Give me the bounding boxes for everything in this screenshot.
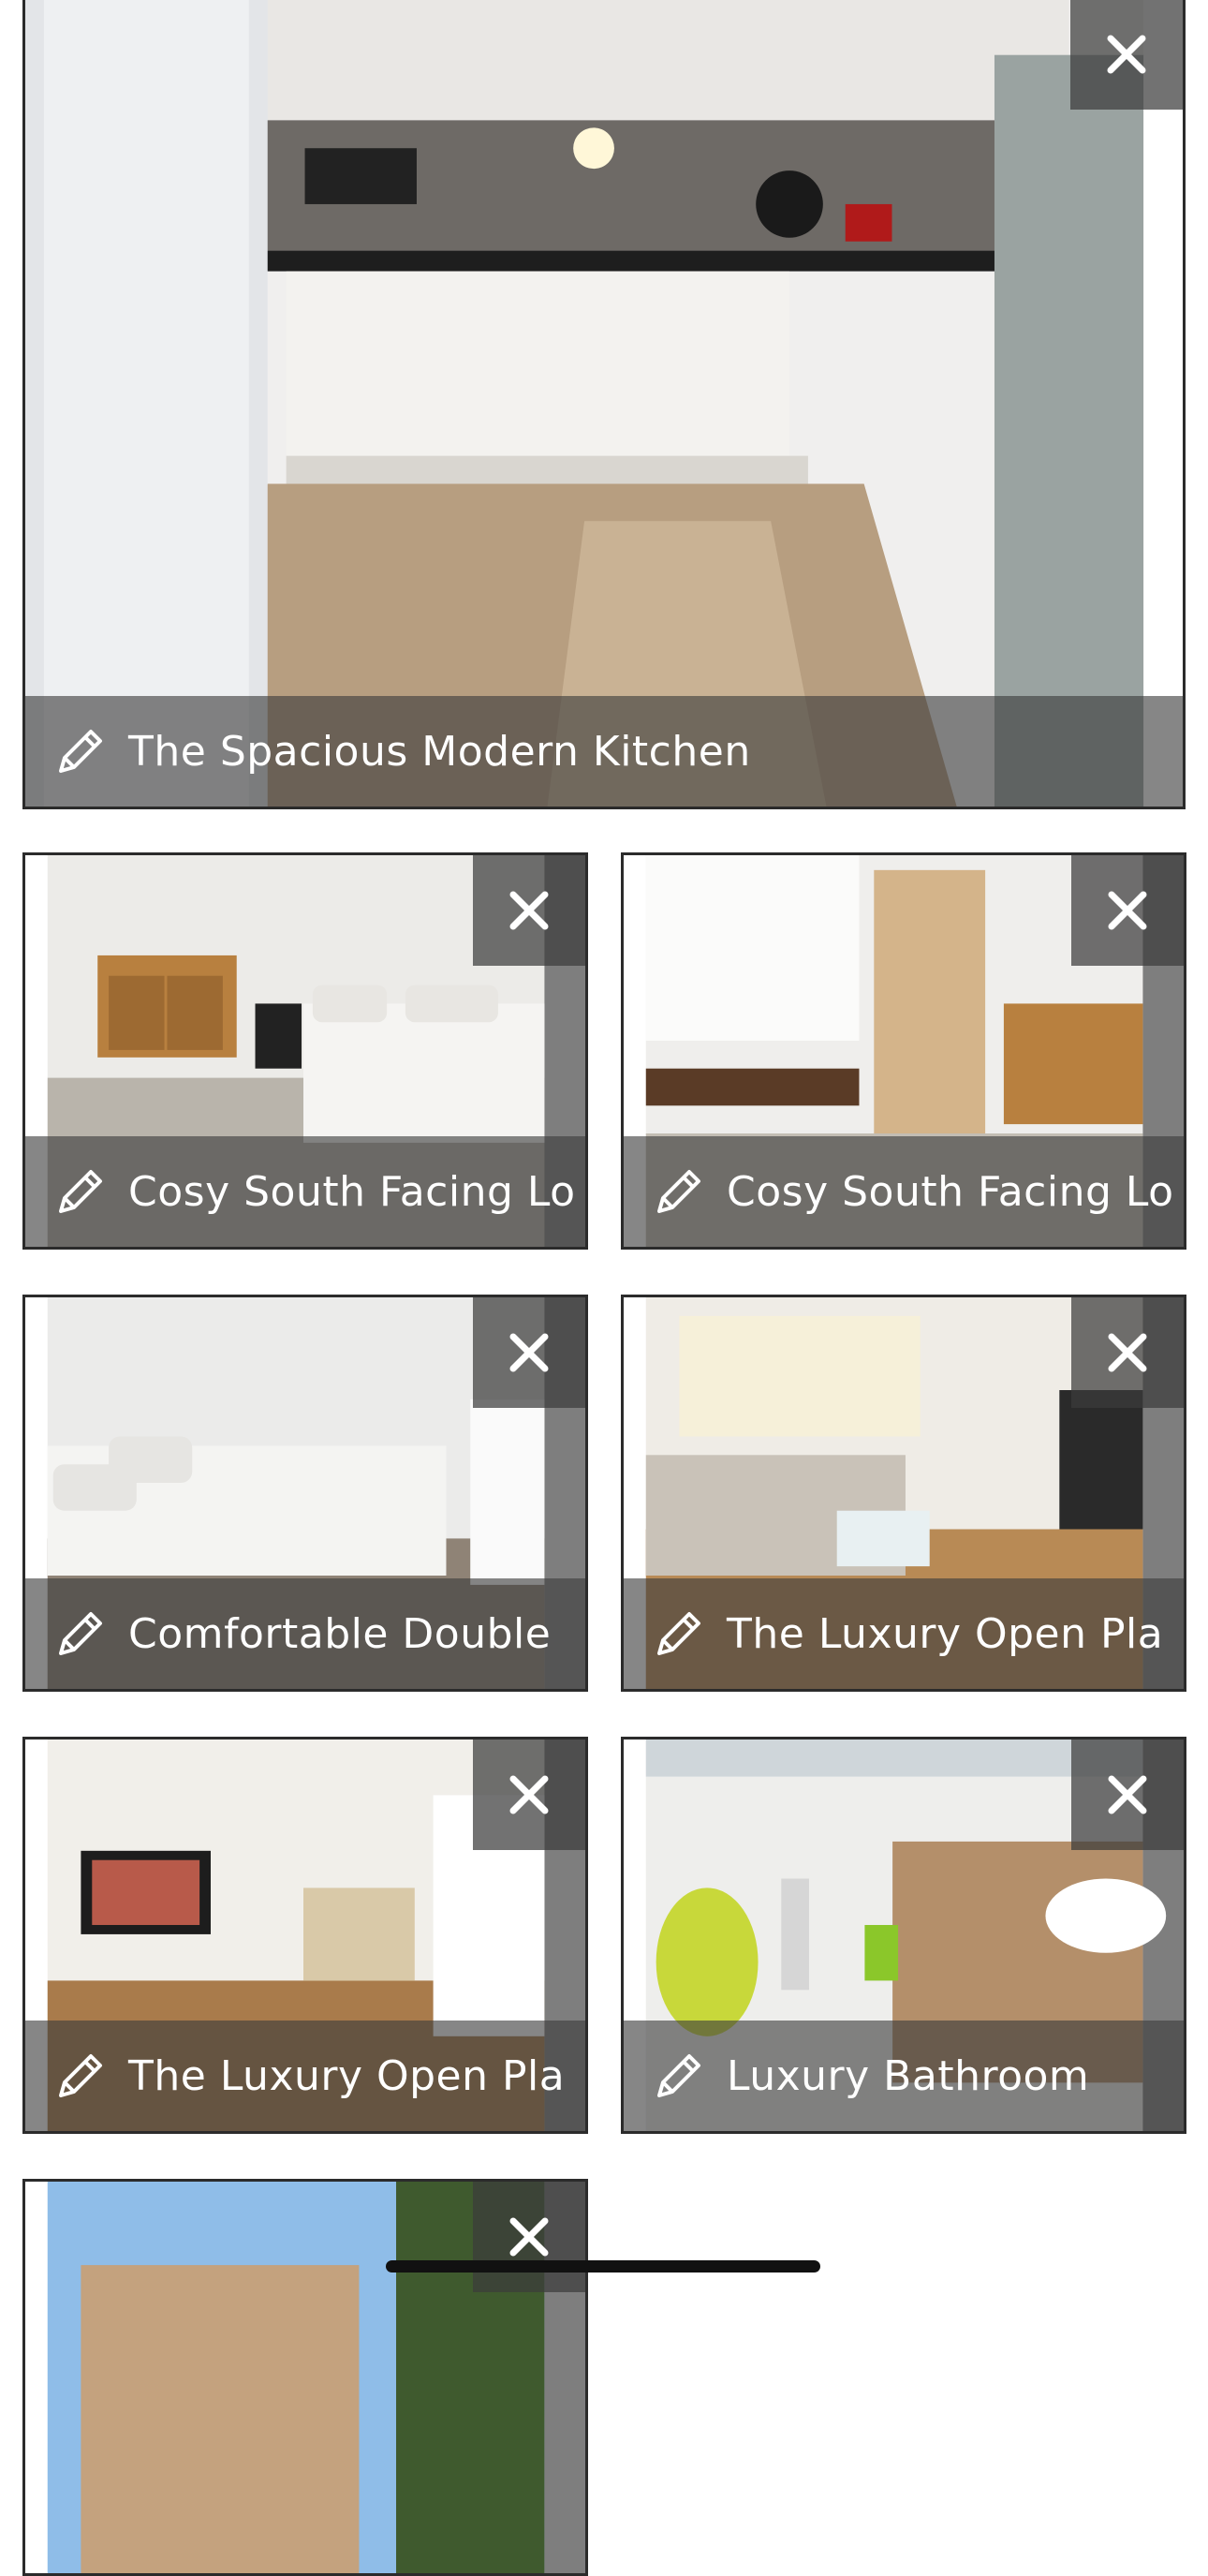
- close-icon: [1108, 891, 1147, 930]
- pencil-icon[interactable]: [53, 1164, 108, 1219]
- pencil-icon[interactable]: [53, 724, 108, 778]
- photo-tile-double-bedroom[interactable]: Comfortable Double: [22, 1295, 588, 1692]
- pencil-icon[interactable]: [652, 1606, 706, 1661]
- photo-tile-kitchen[interactable]: The Spacious Modern Kitchen: [22, 0, 1186, 809]
- remove-photo-button[interactable]: [1071, 1740, 1184, 1850]
- pencil-icon[interactable]: [652, 2049, 706, 2103]
- close-icon: [1108, 1775, 1147, 1814]
- pencil-icon[interactable]: [652, 1164, 706, 1219]
- remove-photo-button[interactable]: [473, 1740, 585, 1850]
- photo-tile-exterior[interactable]: [22, 2179, 588, 2576]
- photo-caption-bar[interactable]: Comfortable Double: [25, 1578, 585, 1689]
- pencil-icon[interactable]: [53, 2049, 108, 2103]
- photo-caption: The Spacious Modern Kitchen: [128, 727, 751, 776]
- photo-caption-bar[interactable]: The Luxury Open Pla: [25, 2021, 585, 2131]
- close-icon: [1108, 1333, 1147, 1372]
- photo-caption: Luxury Bathroom: [727, 2051, 1090, 2100]
- kitchen-photo: [25, 0, 1183, 807]
- remove-photo-button[interactable]: [1070, 0, 1183, 110]
- home-indicator[interactable]: [386, 2260, 820, 2273]
- remove-photo-button[interactable]: [473, 855, 585, 966]
- photo-tile-bathroom[interactable]: Luxury Bathroom: [621, 1737, 1186, 2134]
- photo-tile-bedroom-desk[interactable]: Cosy South Facing Lo: [621, 852, 1186, 1250]
- close-icon: [509, 1333, 549, 1372]
- remove-photo-button[interactable]: [1071, 855, 1184, 966]
- photo-caption: Comfortable Double: [128, 1609, 552, 1658]
- photo-tile-living-room[interactable]: The Luxury Open Pla: [621, 1295, 1186, 1692]
- photo-tile-bedroom[interactable]: Cosy South Facing Lo: [22, 852, 588, 1250]
- remove-photo-button[interactable]: [473, 2182, 585, 2292]
- photo-caption-bar[interactable]: Cosy South Facing Lo: [624, 1136, 1184, 1247]
- photo-caption: Cosy South Facing Lo: [727, 1167, 1174, 1216]
- pencil-icon[interactable]: [53, 1606, 108, 1661]
- photo-caption-bar[interactable]: The Luxury Open Pla: [624, 1578, 1184, 1689]
- photo-caption-bar[interactable]: Cosy South Facing Lo: [25, 1136, 585, 1247]
- remove-photo-button[interactable]: [1071, 1297, 1184, 1408]
- photo-caption: The Luxury Open Pla: [128, 2051, 566, 2100]
- close-icon: [509, 2217, 549, 2257]
- photo-caption: The Luxury Open Pla: [727, 1609, 1164, 1658]
- photo-tile-open-plan[interactable]: The Luxury Open Pla: [22, 1737, 588, 2134]
- close-icon: [509, 1775, 549, 1814]
- remove-photo-button[interactable]: [473, 1297, 585, 1408]
- photo-caption-bar[interactable]: Luxury Bathroom: [624, 2021, 1184, 2131]
- close-icon: [1107, 35, 1146, 74]
- close-icon: [509, 891, 549, 930]
- photo-caption: Cosy South Facing Lo: [128, 1167, 576, 1216]
- photo-caption-bar[interactable]: The Spacious Modern Kitchen: [25, 696, 1183, 807]
